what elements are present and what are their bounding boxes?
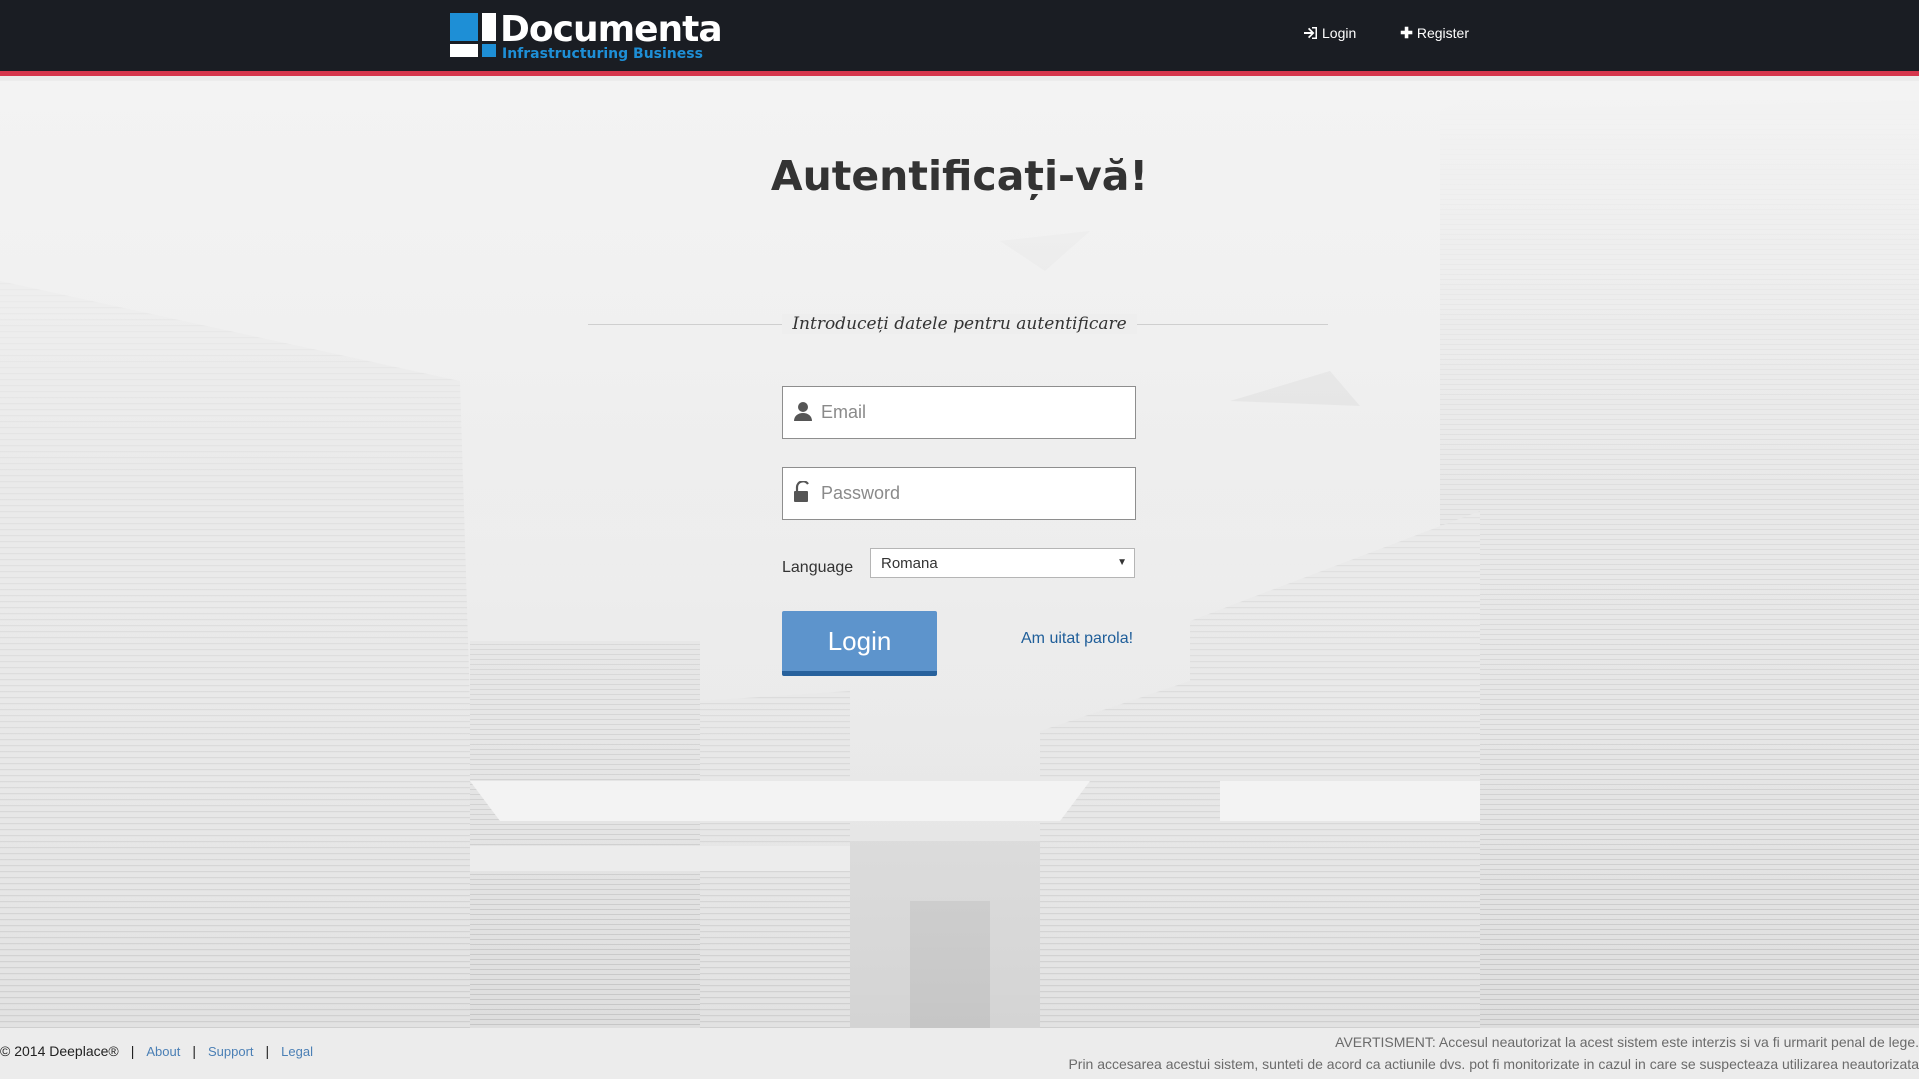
logo-word: Documenta bbox=[500, 9, 723, 50]
language-select[interactable]: Romana ▼ bbox=[870, 548, 1135, 578]
email-field[interactable] bbox=[782, 386, 1136, 439]
page-title: Autentificați-vă! bbox=[770, 152, 1149, 200]
footer-legal-link[interactable]: Legal bbox=[281, 1044, 313, 1059]
top-navbar: Documenta Infrastructuring Business Logi… bbox=[0, 0, 1919, 76]
footer-warning: AVERTISMENT: Accesul neautorizat la aces… bbox=[1068, 1031, 1919, 1075]
nav-links: Login ✚ Register bbox=[1303, 24, 1469, 42]
warning-line-2: Prin accesarea acestui sistem, sunteti d… bbox=[1068, 1056, 1919, 1072]
sign-in-icon bbox=[1304, 27, 1318, 39]
email-input[interactable] bbox=[821, 387, 1131, 438]
footer-support-link[interactable]: Support bbox=[208, 1044, 254, 1059]
nav-register-link[interactable]: ✚ Register bbox=[1400, 24, 1469, 42]
footer-separator: | bbox=[265, 1043, 270, 1059]
footer-about-link[interactable]: About bbox=[146, 1044, 180, 1059]
login-button[interactable]: Login bbox=[782, 611, 937, 676]
nav-register-label: Register bbox=[1416, 25, 1469, 41]
subtitle-wrap: Introduceți datele pentru autentificare bbox=[0, 314, 1919, 334]
footer-left: © 2014 Deeplace® | About | Support | Leg… bbox=[0, 1043, 313, 1059]
password-input[interactable] bbox=[821, 468, 1131, 519]
language-label: Language bbox=[782, 559, 854, 576]
warning-line-1: AVERTISMENT: Accesul neautorizat la aces… bbox=[1335, 1034, 1919, 1050]
language-selected-value: Romana bbox=[881, 555, 938, 572]
footer: © 2014 Deeplace® | About | Support | Leg… bbox=[0, 1028, 1919, 1079]
nav-login-link[interactable]: Login bbox=[1303, 24, 1356, 42]
logo-tagline: Infrastructuring Business bbox=[502, 46, 703, 62]
documenta-logo[interactable]: Documenta Infrastructuring Business bbox=[450, 9, 723, 63]
nav-login-label: Login bbox=[1322, 25, 1357, 41]
caret-down-icon: ▼ bbox=[1117, 557, 1127, 568]
footer-separator: | bbox=[192, 1043, 196, 1059]
logo-mark-icon bbox=[450, 13, 500, 61]
copyright-text: © 2014 Deeplace® bbox=[0, 1043, 119, 1059]
forgot-password-link[interactable]: Am uitat parola! bbox=[1021, 630, 1133, 648]
form-subtitle: Introduceți datele pentru autentificare bbox=[782, 314, 1137, 334]
lock-icon bbox=[794, 481, 809, 502]
plus-icon: ✚ bbox=[1400, 25, 1413, 42]
password-field[interactable] bbox=[782, 467, 1136, 520]
footer-separator: | bbox=[130, 1043, 135, 1059]
user-icon bbox=[794, 402, 812, 421]
